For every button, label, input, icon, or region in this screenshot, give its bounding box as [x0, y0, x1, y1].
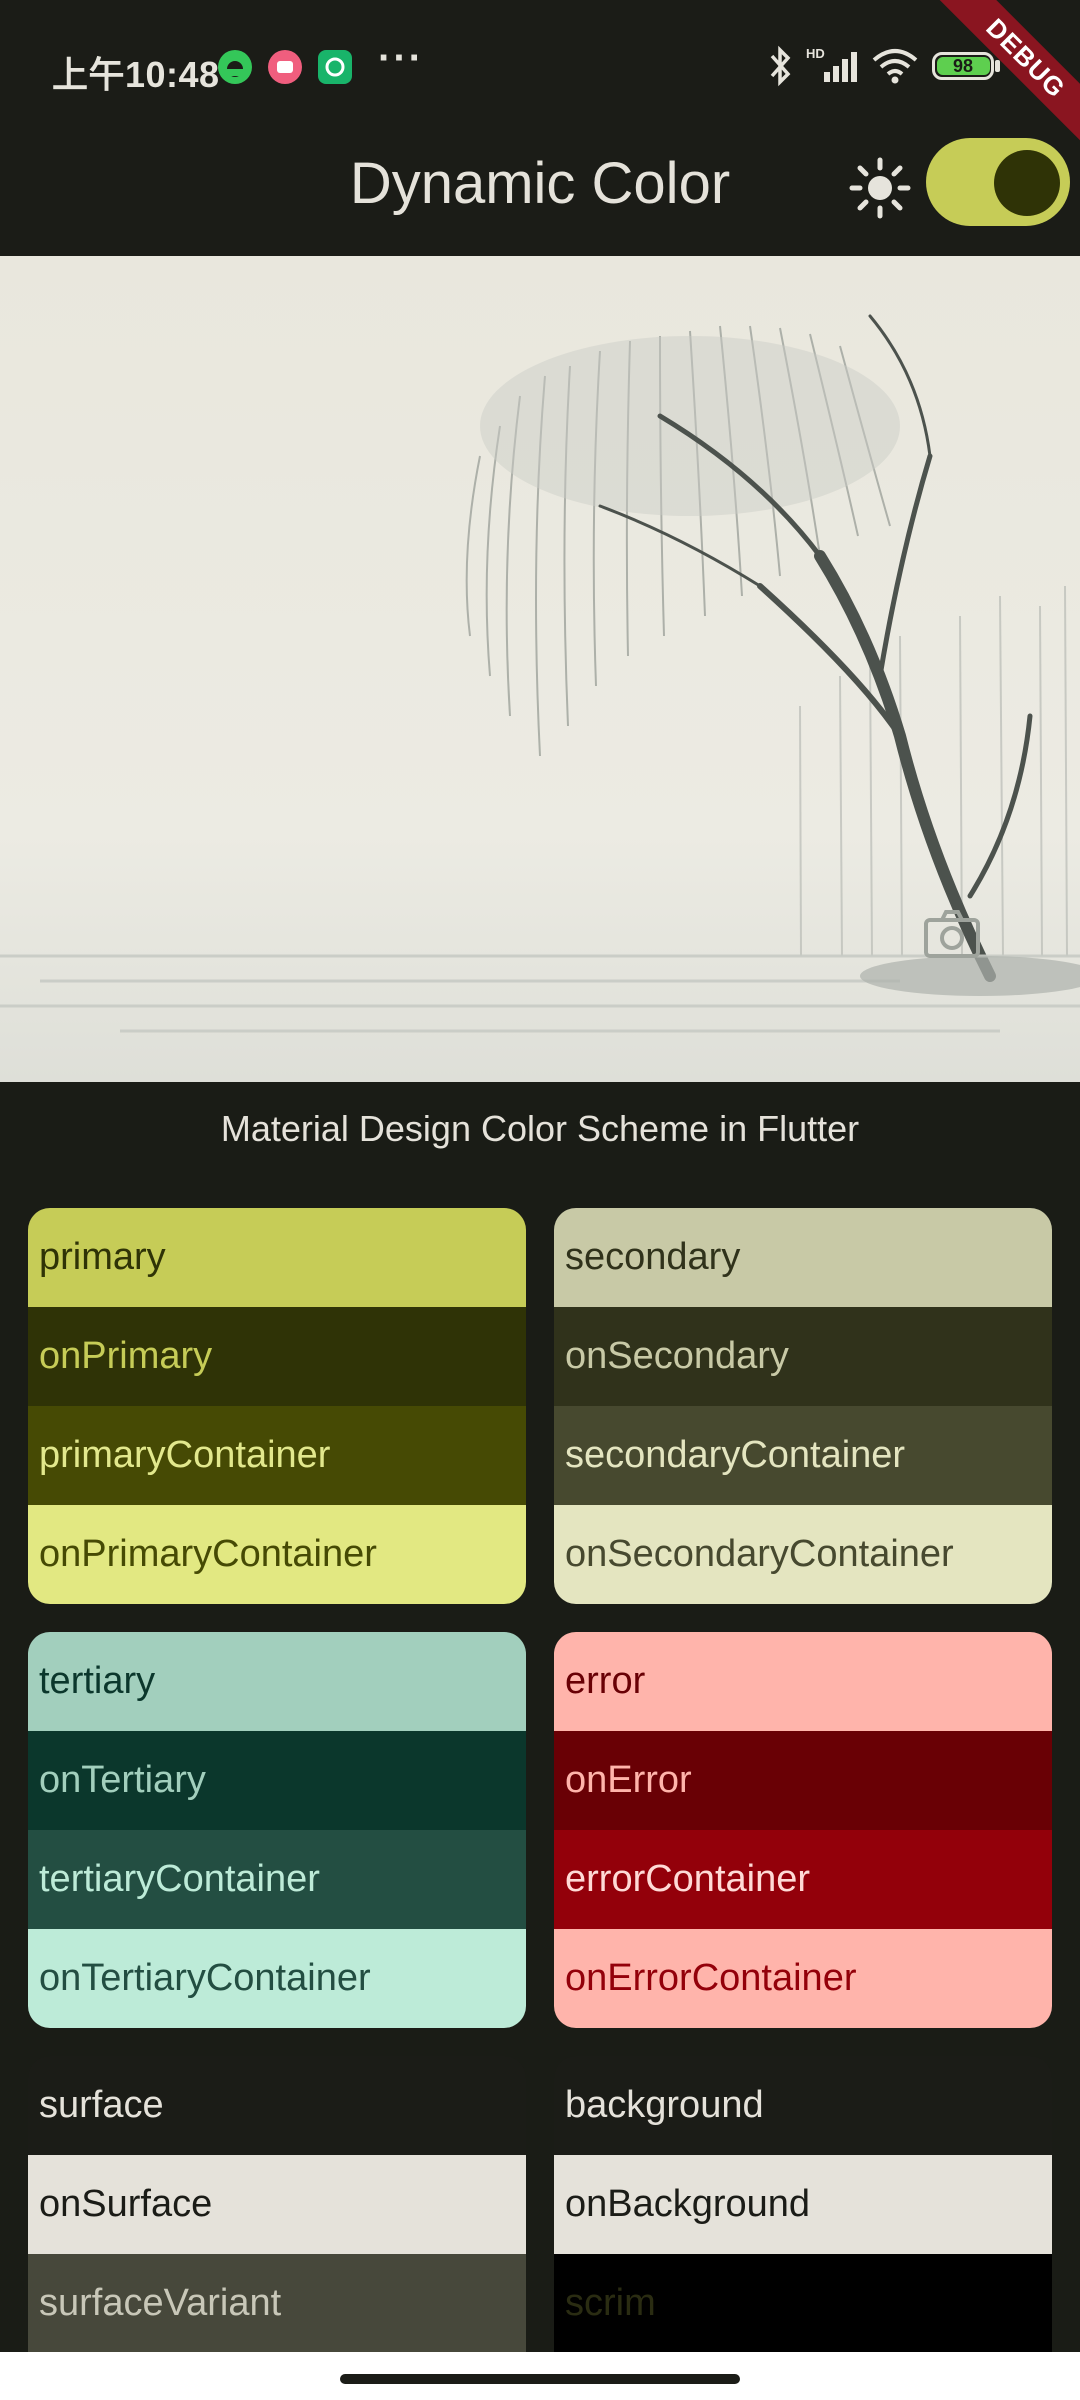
- background-color-card: background onBackground scrim: [554, 2056, 1052, 2353]
- svg-text:HD: HD: [806, 46, 825, 61]
- color-swatch-primary-container: primaryContainer: [28, 1406, 526, 1505]
- color-swatch-secondary-container: secondaryContainer: [554, 1406, 1052, 1505]
- color-swatch-scrim: scrim: [554, 2254, 1052, 2353]
- navigation-bar: [0, 2352, 1080, 2400]
- chat-app-icon: [318, 50, 352, 84]
- color-swatch-on-primary-container: onPrimaryContainer: [28, 1505, 526, 1604]
- theme-toggle-switch[interactable]: [926, 138, 1070, 226]
- status-bar: 上午10:48 ··· HD 98: [0, 0, 1080, 130]
- color-swatch-surface-variant: surfaceVariant: [28, 2254, 526, 2353]
- color-swatch-on-background: onBackground: [554, 2155, 1052, 2254]
- error-color-card: error onError errorContainer onErrorCont…: [554, 1632, 1052, 2028]
- scheme-caption: Material Design Color Scheme in Flutter: [220, 1108, 860, 1149]
- color-swatch-on-primary: onPrimary: [28, 1307, 526, 1406]
- color-swatch-on-error-container: onErrorContainer: [554, 1929, 1052, 2028]
- bilibili-app-icon: [268, 50, 302, 84]
- cellular-signal-icon: HD: [806, 44, 862, 93]
- tertiary-color-card: tertiary onTertiary tertiaryContainer on…: [28, 1632, 526, 2028]
- color-swatch-surface: surface: [28, 2056, 526, 2155]
- color-swatch-background: background: [554, 2056, 1052, 2155]
- color-swatch-secondary: secondary: [554, 1208, 1052, 1307]
- battery-icon: 98: [932, 52, 994, 80]
- home-indicator[interactable]: [340, 2374, 740, 2384]
- toggle-thumb: [994, 150, 1060, 216]
- bluetooth-icon: [764, 44, 796, 93]
- color-swatch-on-surface: onSurface: [28, 2155, 526, 2254]
- color-swatch-tertiary-container: tertiaryContainer: [28, 1830, 526, 1929]
- secondary-color-card: secondary onSecondary secondaryContainer…: [554, 1208, 1052, 1604]
- color-swatch-on-tertiary: onTertiary: [28, 1731, 526, 1830]
- android-app-icon: [218, 50, 252, 84]
- color-swatch-error-container: errorContainer: [554, 1830, 1052, 1929]
- more-notifications-icon: ···: [378, 36, 424, 80]
- color-swatch-on-error: onError: [554, 1731, 1052, 1830]
- color-swatch-tertiary: tertiary: [28, 1632, 526, 1731]
- color-swatch-on-secondary: onSecondary: [554, 1307, 1052, 1406]
- app-bar: Dynamic Color: [0, 130, 1080, 256]
- surface-color-card: surface onSurface surfaceVariant: [28, 2056, 526, 2353]
- color-swatch-on-secondary-container: onSecondaryContainer: [554, 1505, 1052, 1604]
- page-title: Dynamic Color: [349, 151, 731, 216]
- camera-icon[interactable]: [922, 906, 982, 967]
- sun-icon: [848, 156, 912, 225]
- wifi-icon: [870, 44, 920, 93]
- status-time: 上午10:48: [52, 54, 220, 95]
- battery-level: 98: [952, 56, 974, 76]
- color-swatch-error: error: [554, 1632, 1052, 1731]
- primary-color-card: primary onPrimary primaryContainer onPri…: [28, 1208, 526, 1604]
- color-swatch-primary: primary: [28, 1208, 526, 1307]
- color-swatch-on-tertiary-container: onTertiaryContainer: [28, 1929, 526, 2028]
- willow-tree-image: [0, 256, 1080, 1082]
